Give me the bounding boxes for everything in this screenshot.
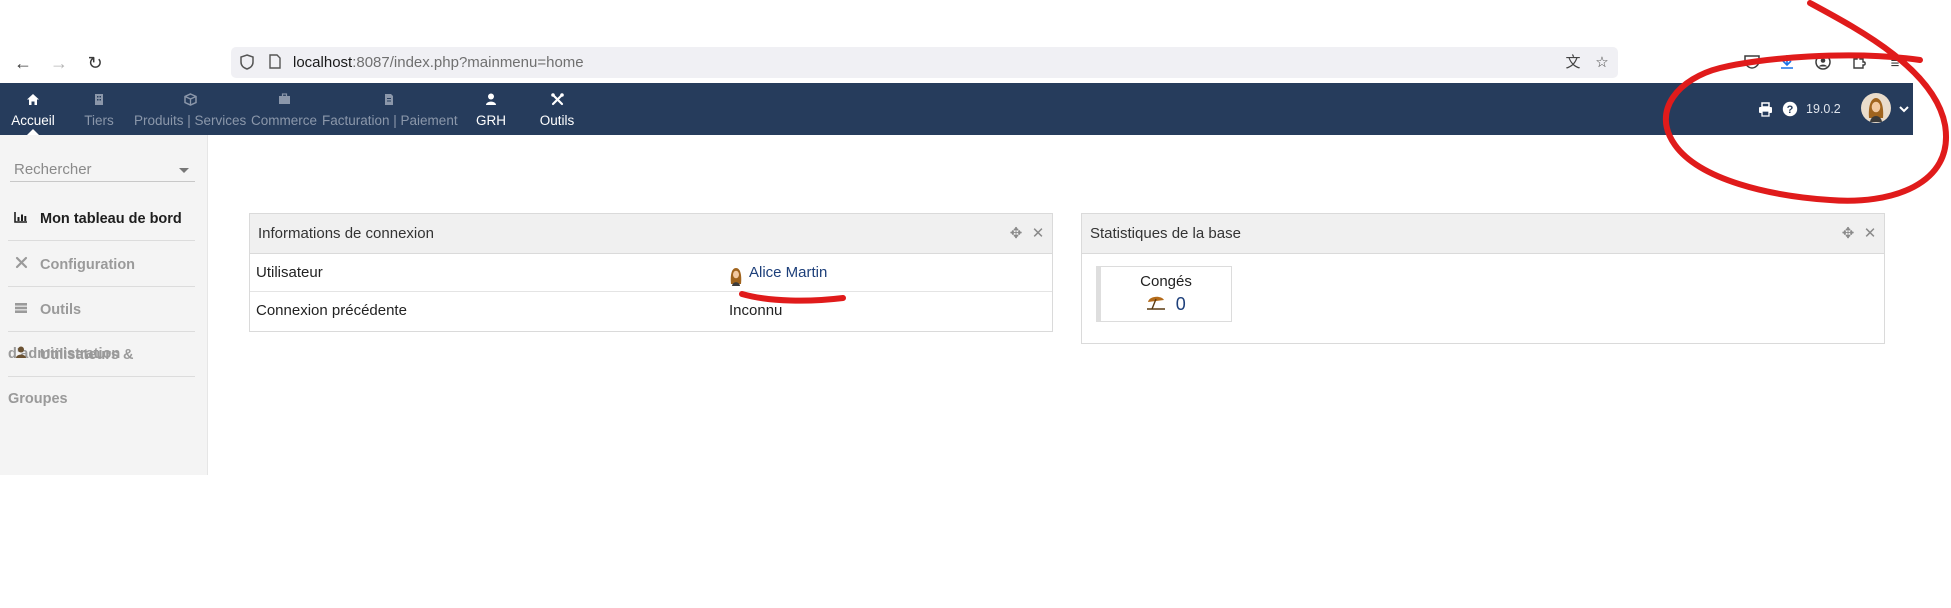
browser-toolbar: ← → ↻ localhost:8087/index.php?mainmenu=…: [0, 44, 1951, 82]
close-icon[interactable]: ✕: [1862, 214, 1878, 254]
box-title: Informations de connexion: [258, 225, 434, 242]
close-icon[interactable]: ✕: [1030, 214, 1046, 254]
home-icon: [6, 93, 60, 107]
table-row: Utilisateur Alice Martin: [250, 254, 1052, 292]
svg-text:?: ?: [1787, 104, 1794, 116]
table-row: Connexion précédente Inconnu: [256, 302, 783, 319]
left-sidebar: Rechercher Mon tableau de bord Configura…: [0, 135, 208, 475]
avatar[interactable]: [1860, 92, 1892, 124]
login-info-header: Informations de connexion ✥ ✕: [250, 214, 1052, 254]
stat-value: 0: [1175, 294, 1186, 314]
login-info-box: Informations de connexion ✥ ✕ Utilisateu…: [249, 213, 1053, 332]
avatar-icon: [729, 263, 743, 287]
menu-item-commerce[interactable]: Commerce: [250, 83, 318, 135]
user-icon: [12, 333, 30, 377]
menu-item-facturation-paiement[interactable]: Facturation | Paiement: [322, 83, 458, 135]
stats-header: Statistiques de la base ✥ ✕: [1082, 214, 1884, 254]
user-link[interactable]: Alice Martin: [749, 264, 827, 281]
stat-card-conges[interactable]: Congés 0: [1096, 266, 1232, 322]
chart-icon: [12, 197, 30, 241]
star-icon[interactable]: ☆: [1593, 54, 1611, 72]
sidebar-item-users-groups[interactable]: Utilisateurs & Groupes: [8, 333, 195, 407]
building-icon: [78, 93, 120, 107]
account-icon[interactable]: [1813, 54, 1833, 74]
sidebar-item-configuration[interactable]: Configuration: [8, 243, 195, 287]
menu-item-grh[interactable]: GRH: [470, 83, 512, 135]
stats-box: Statistiques de la base ✥ ✕ Congés 0: [1081, 213, 1885, 344]
chevron-down-icon: [179, 168, 189, 173]
reload-icon[interactable]: ↻: [84, 52, 106, 74]
back-arrow-icon[interactable]: ←: [12, 52, 34, 74]
pocket-icon[interactable]: [1742, 54, 1762, 74]
forward-arrow-icon[interactable]: →: [48, 52, 70, 74]
page-icon: [267, 54, 283, 70]
chevron-down-icon[interactable]: [1898, 102, 1910, 116]
move-icon[interactable]: ✥: [1008, 214, 1024, 254]
beach-umbrella-icon: [1146, 296, 1170, 314]
download-icon[interactable]: [1777, 54, 1797, 74]
user-icon: [470, 93, 512, 107]
briefcase-icon: [250, 93, 318, 107]
tools-icon: [533, 93, 581, 107]
extensions-icon[interactable]: [1849, 54, 1869, 74]
server-icon: [12, 288, 30, 332]
move-icon[interactable]: ✥: [1840, 214, 1856, 254]
help-icon[interactable]: ?: [1782, 101, 1798, 117]
menu-icon[interactable]: ≡: [1885, 54, 1905, 74]
invoice-icon: [322, 93, 456, 107]
address-bar[interactable]: localhost:8087/index.php?mainmenu=home 文…: [231, 47, 1618, 78]
cube-icon: [134, 93, 246, 107]
menu-item-outils[interactable]: Outils: [533, 83, 581, 135]
version-label: 19.0.2: [1806, 102, 1841, 116]
tools-icon: [12, 243, 30, 287]
box-title: Statistiques de la base: [1090, 225, 1241, 242]
shield-icon[interactable]: [239, 54, 255, 70]
search-select[interactable]: Rechercher: [10, 158, 195, 182]
top-menu: Accueil Tiers Produits | Services Commer…: [0, 83, 1913, 135]
translate-icon[interactable]: 文: [1564, 54, 1582, 72]
url-text[interactable]: localhost:8087/index.php?mainmenu=home: [293, 54, 584, 71]
menu-item-produits-services[interactable]: Produits | Services: [134, 83, 246, 135]
print-icon[interactable]: [1758, 102, 1774, 118]
menu-item-accueil[interactable]: Accueil: [6, 83, 60, 135]
menu-item-tiers[interactable]: Tiers: [78, 83, 120, 135]
sidebar-item-dashboard[interactable]: Mon tableau de bord: [8, 197, 195, 241]
sidebar-item-admin-tools[interactable]: Outils d'administration: [8, 288, 195, 362]
